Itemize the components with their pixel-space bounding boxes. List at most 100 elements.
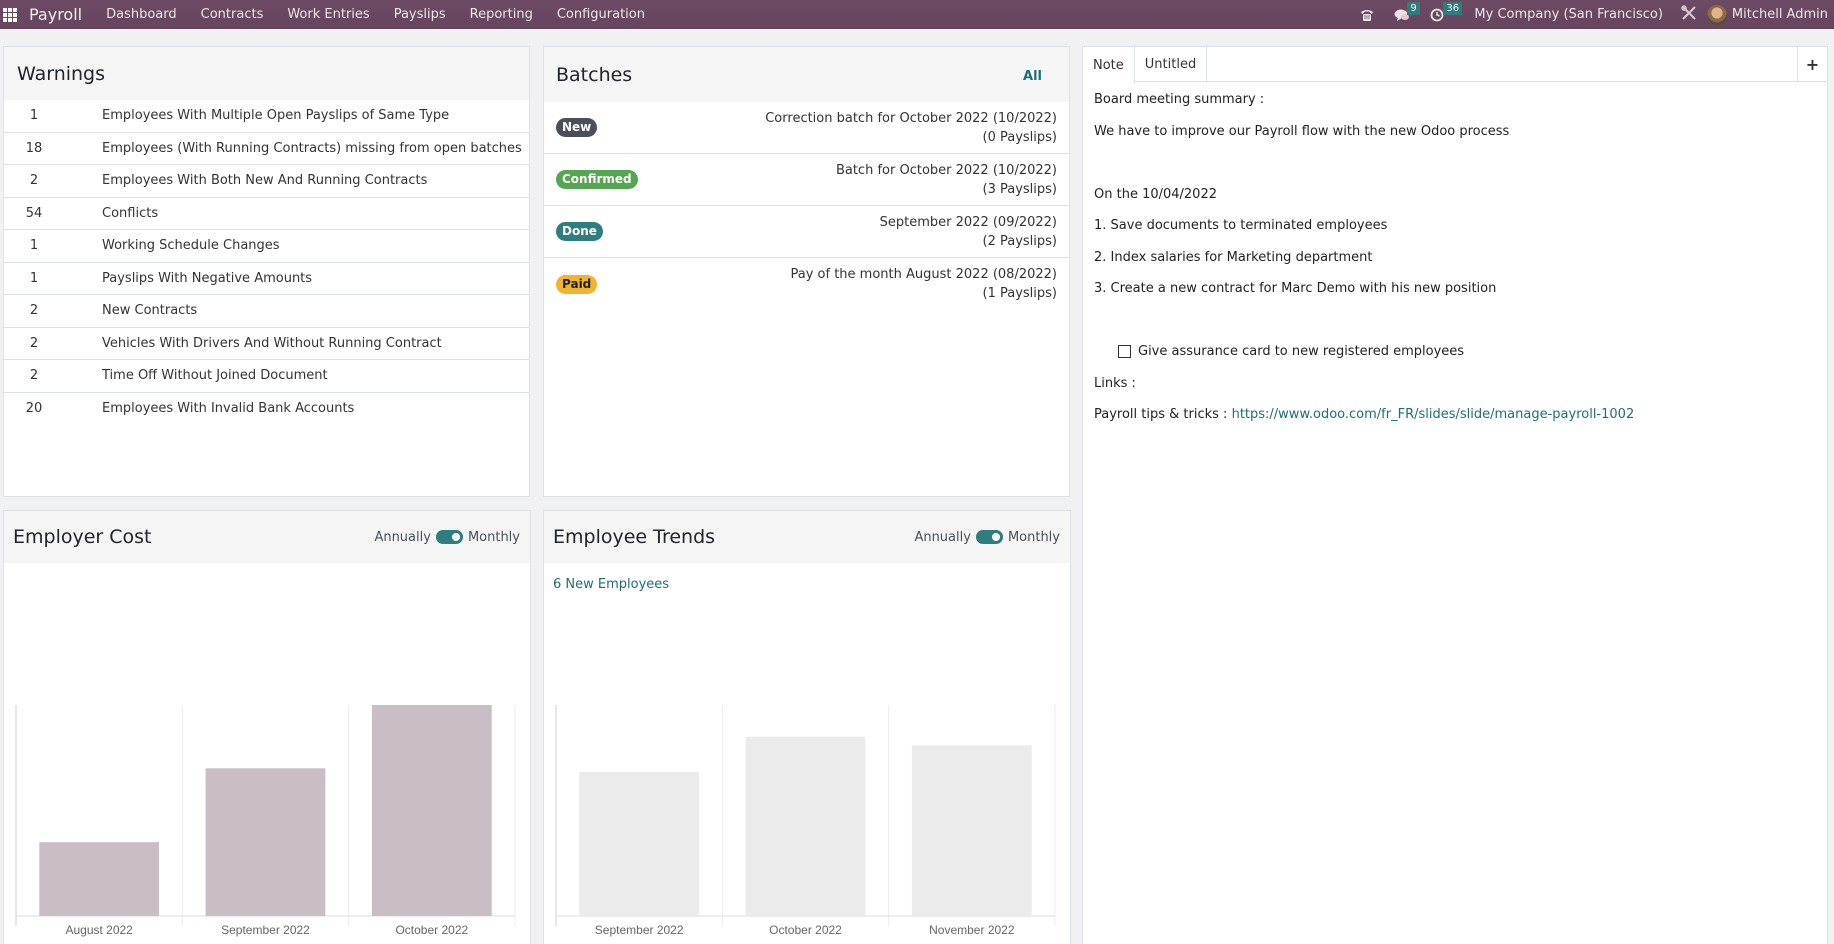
note-checklist-item: Give assurance card to new registered em… [1094,336,1816,368]
note-text: 1. Save documents to terminated employee… [1094,218,1388,233]
add-note-tab-button[interactable]: + [1797,47,1827,82]
warning-label: Conflicts [102,205,159,221]
batch-name: Batch for October 2022 (10/2022) [835,162,1057,178]
menu-dashboard[interactable]: Dashboard [94,7,189,22]
warning-row[interactable]: 2 New Contracts [4,295,529,328]
warning-count: 18 [25,140,43,156]
employer-cost-chart: August 2022 September 2022 October 2022 [15,705,516,937]
warning-row[interactable]: 2 Vehicles With Drivers And Without Runni… [4,328,529,360]
batch-row[interactable]: Done September 2022 (09/2022) (2 Payslips… [544,206,1069,258]
batch-payslip-count: (0 Payslips) [982,129,1057,145]
note-text: We have to improve our Payroll flow with… [1094,123,1510,139]
warnings-header: Warnings [4,47,529,100]
clock-icon[interactable]: 36 [1430,1,1463,22]
user-avatar[interactable] [1706,4,1727,25]
chat-icon[interactable]: 9 [1394,1,1420,22]
warning-count: 2 [29,368,39,384]
warning-label: New Contracts [102,303,198,319]
batch-row[interactable]: Confirmed Batch for October 2022 (10/202… [544,154,1069,206]
user-menu[interactable]: Mitchell Admin [1732,7,1828,22]
chart-bar[interactable] [205,768,326,916]
note-text: Links : [1094,375,1136,391]
warning-count: 2 [29,335,39,351]
employer-cost-title: Employer Cost [13,526,152,548]
activities-count-badge: 36 [1443,1,1463,15]
tips-label: Payroll tips & tricks : [1094,407,1232,422]
tab-note[interactable]: Note [1083,47,1135,83]
warning-row[interactable]: 20 Employees With Invalid Bank Accounts [4,393,529,426]
phone-icon[interactable] [1360,8,1374,22]
batch-name: Correction batch for October 2022 (10/20… [765,110,1057,126]
batch-payslip-count: (3 Payslips) [982,181,1057,197]
note-text: On the 10/04/2022 [1094,186,1217,202]
menu-payslips[interactable]: Payslips [382,7,458,22]
period-toggle-switch[interactable] [435,530,463,544]
batches-panel: Batches All New Correction batch for Oct… [543,46,1070,497]
warnings-list: 1 Employees With Multiple Open Payslips o… [4,100,529,425]
main-menu: Dashboard Contracts Work Entries Payslip… [94,7,657,22]
batches-title: Batches [556,63,633,86]
chart-bar[interactable] [579,771,700,916]
batch-payslip-count: (1 Payslips) [982,286,1057,301]
warning-row[interactable]: 2 Time Off Without Joined Document [4,360,529,393]
employee-trends-title: Employee Trends [553,526,716,548]
note-text: 3. Create a new contract for Marc Demo w… [1094,281,1497,296]
warning-label: Payslips With Negative Amounts [102,270,313,286]
warning-row[interactable]: 2 Employees With Both New And Running Con… [4,165,529,198]
payroll-tips-link[interactable]: https://www.odoo.com/fr_FR/slides/slide/… [1232,407,1635,422]
x-tick-label: October 2022 [769,923,842,937]
toggle-annually-label[interactable]: Annually [914,530,971,545]
x-tick-label: September 2022 [595,923,684,937]
toggle-annually-label[interactable]: Annually [374,530,431,545]
warning-row[interactable]: 18 Employees (With Running Contracts) mis… [4,133,529,165]
warning-label: Employees With Both New And Running Cont… [102,173,428,189]
chart-bar[interactable] [911,745,1032,916]
menu-work-entries[interactable]: Work Entries [275,7,381,22]
warning-row[interactable]: 1 Payslips With Negative Amounts [4,263,529,295]
toggle-monthly-label[interactable]: Monthly [1008,530,1060,545]
warning-count: 54 [25,205,43,221]
warning-label: Vehicles With Drivers And Without Runnin… [102,335,442,351]
app-menu-icon[interactable] [3,7,17,22]
employer-cost-panel: Employer Cost Annually Monthly August 20… [3,510,531,944]
messages-count-badge: 9 [1407,1,1420,15]
toggle-monthly-label[interactable]: Monthly [468,530,520,545]
chart-bar[interactable] [371,705,492,916]
warning-row[interactable]: 54 Conflicts [4,198,529,230]
batch-name: Pay of the month August 2022 (08/2022) [790,267,1058,282]
app-brand[interactable]: Payroll [29,5,82,24]
batch-payslip-count: (2 Payslips) [982,233,1057,249]
period-toggle: Annually Monthly [374,530,520,545]
note-editor[interactable]: Board meeting summary : We have to impro… [1083,82,1827,431]
batch-row[interactable]: Paid Pay of the month August 2022 (08/20… [544,258,1069,310]
chart-bar[interactable] [745,736,866,916]
batch-state-badge: Confirmed [556,170,638,189]
warning-count: 1 [29,108,39,124]
batch-state-badge: Paid [556,274,598,294]
all-batches-link[interactable]: All [1023,69,1042,84]
batch-state-badge: Done [556,222,603,241]
employer-cost-header: Employer Cost Annually Monthly [4,511,530,563]
chart-bar[interactable] [39,842,160,916]
checklist-checkbox[interactable] [1118,345,1131,359]
menu-configuration[interactable]: Configuration [545,7,657,22]
tab-untitled[interactable]: Untitled [1135,47,1208,81]
menu-reporting[interactable]: Reporting [458,7,545,22]
warning-label: Employees With Invalid Bank Accounts [102,401,355,417]
warning-label: Employees With Multiple Open Payslips of… [102,108,450,124]
warning-row[interactable]: 1 Employees With Multiple Open Payslips o… [4,100,529,133]
warning-count: 1 [29,238,39,254]
x-tick-label: September 2022 [221,923,310,937]
period-toggle-switch[interactable] [975,530,1003,544]
warning-label: Working Schedule Changes [102,238,280,254]
batch-state-badge: New [556,118,598,137]
warning-count: 2 [29,173,39,189]
company-switcher[interactable]: My Company (San Francisco) [1474,7,1662,22]
batches-header: Batches All [544,47,1069,102]
debug-tools-icon[interactable] [1681,4,1697,25]
batch-row[interactable]: New Correction batch for October 2022 (1… [544,102,1069,154]
note-tips-line: Payroll tips & tricks : https://www.odoo… [1094,399,1816,431]
warning-count: 20 [25,401,43,417]
menu-contracts[interactable]: Contracts [189,7,276,22]
warning-row[interactable]: 1 Working Schedule Changes [4,230,529,263]
